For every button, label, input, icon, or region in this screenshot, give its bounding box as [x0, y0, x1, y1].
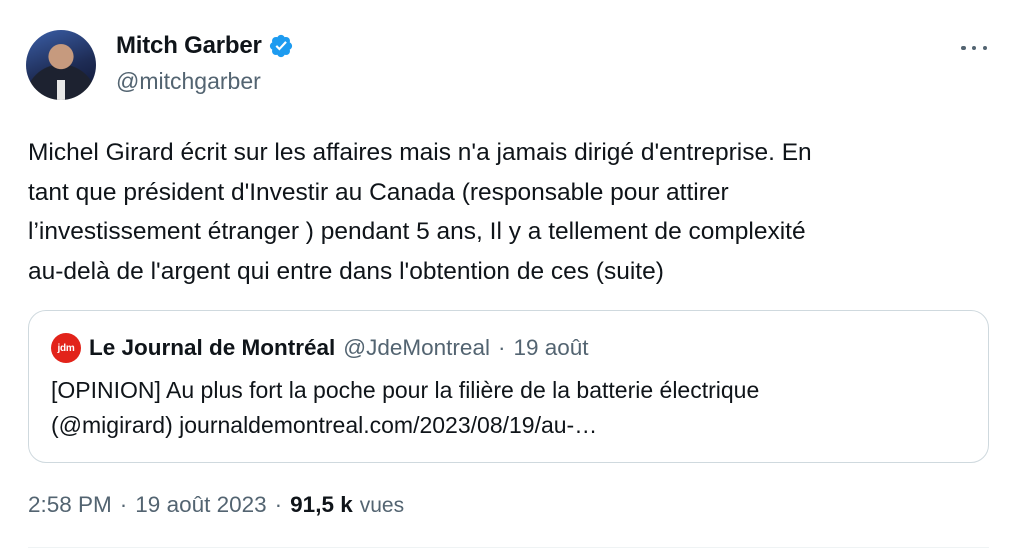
tweet-text: Michel Girard écrit sur les affaires mai… [28, 133, 988, 291]
quoted-tweet-header: jdm Le Journal de Montréal @JdeMontreal … [51, 333, 589, 363]
quoted-text-line: (@migirard) journaldemontreal.com/2023/0… [51, 412, 598, 438]
quoted-text-line: [OPINION] Au plus fort la poche pour la … [51, 377, 760, 403]
quoted-author-handle[interactable]: @JdeMontreal [343, 335, 490, 361]
more-dot [982, 45, 987, 51]
tweet-time[interactable]: 2:58 PM [28, 492, 112, 518]
author-name-row: Mitch Garber [116, 32, 294, 60]
quoted-tweet-card[interactable]: jdm Le Journal de Montréal @JdeMontreal … [28, 310, 989, 463]
jdm-logo-icon: jdm [51, 333, 81, 363]
tweet-text-line: tant que président d'Investir au Canada … [28, 178, 729, 206]
more-dot [961, 45, 966, 51]
avatar[interactable] [26, 30, 96, 100]
views-label: vues [359, 494, 405, 517]
avatar-shirt-detail [57, 80, 65, 100]
meta-separator: · [274, 492, 283, 517]
meta-separator: · [119, 492, 128, 517]
quoted-date[interactable]: 19 août [513, 335, 588, 361]
views-count[interactable]: 91,5 k [290, 492, 353, 518]
tweet: Mitch Garber @mitchgarber Michel Girard … [0, 0, 1022, 552]
tweet-text-line: au-delà de l'argent qui entre dans l'obt… [28, 257, 664, 285]
author-handle[interactable]: @mitchgarber [116, 68, 261, 95]
quoted-author-name[interactable]: Le Journal de Montréal [89, 335, 335, 361]
verified-badge-icon[interactable] [268, 33, 294, 59]
more-dot [971, 45, 977, 51]
more-options-icon[interactable] [958, 38, 990, 58]
divider [28, 547, 989, 548]
quoted-tweet-text: [OPINION] Au plus fort la poche pour la … [51, 373, 971, 443]
author-display-name[interactable]: Mitch Garber [116, 32, 262, 60]
tweet-text-line: Michel Girard écrit sur les affaires mai… [28, 139, 812, 166]
quoted-separator: · [497, 335, 506, 360]
tweet-meta: 2:58 PM · 19 août 2023 · 91,5 k vues [28, 492, 404, 518]
tweet-text-line: l’investissement étranger ) pendant 5 an… [28, 218, 806, 245]
tweet-date[interactable]: 19 août 2023 [135, 492, 266, 518]
